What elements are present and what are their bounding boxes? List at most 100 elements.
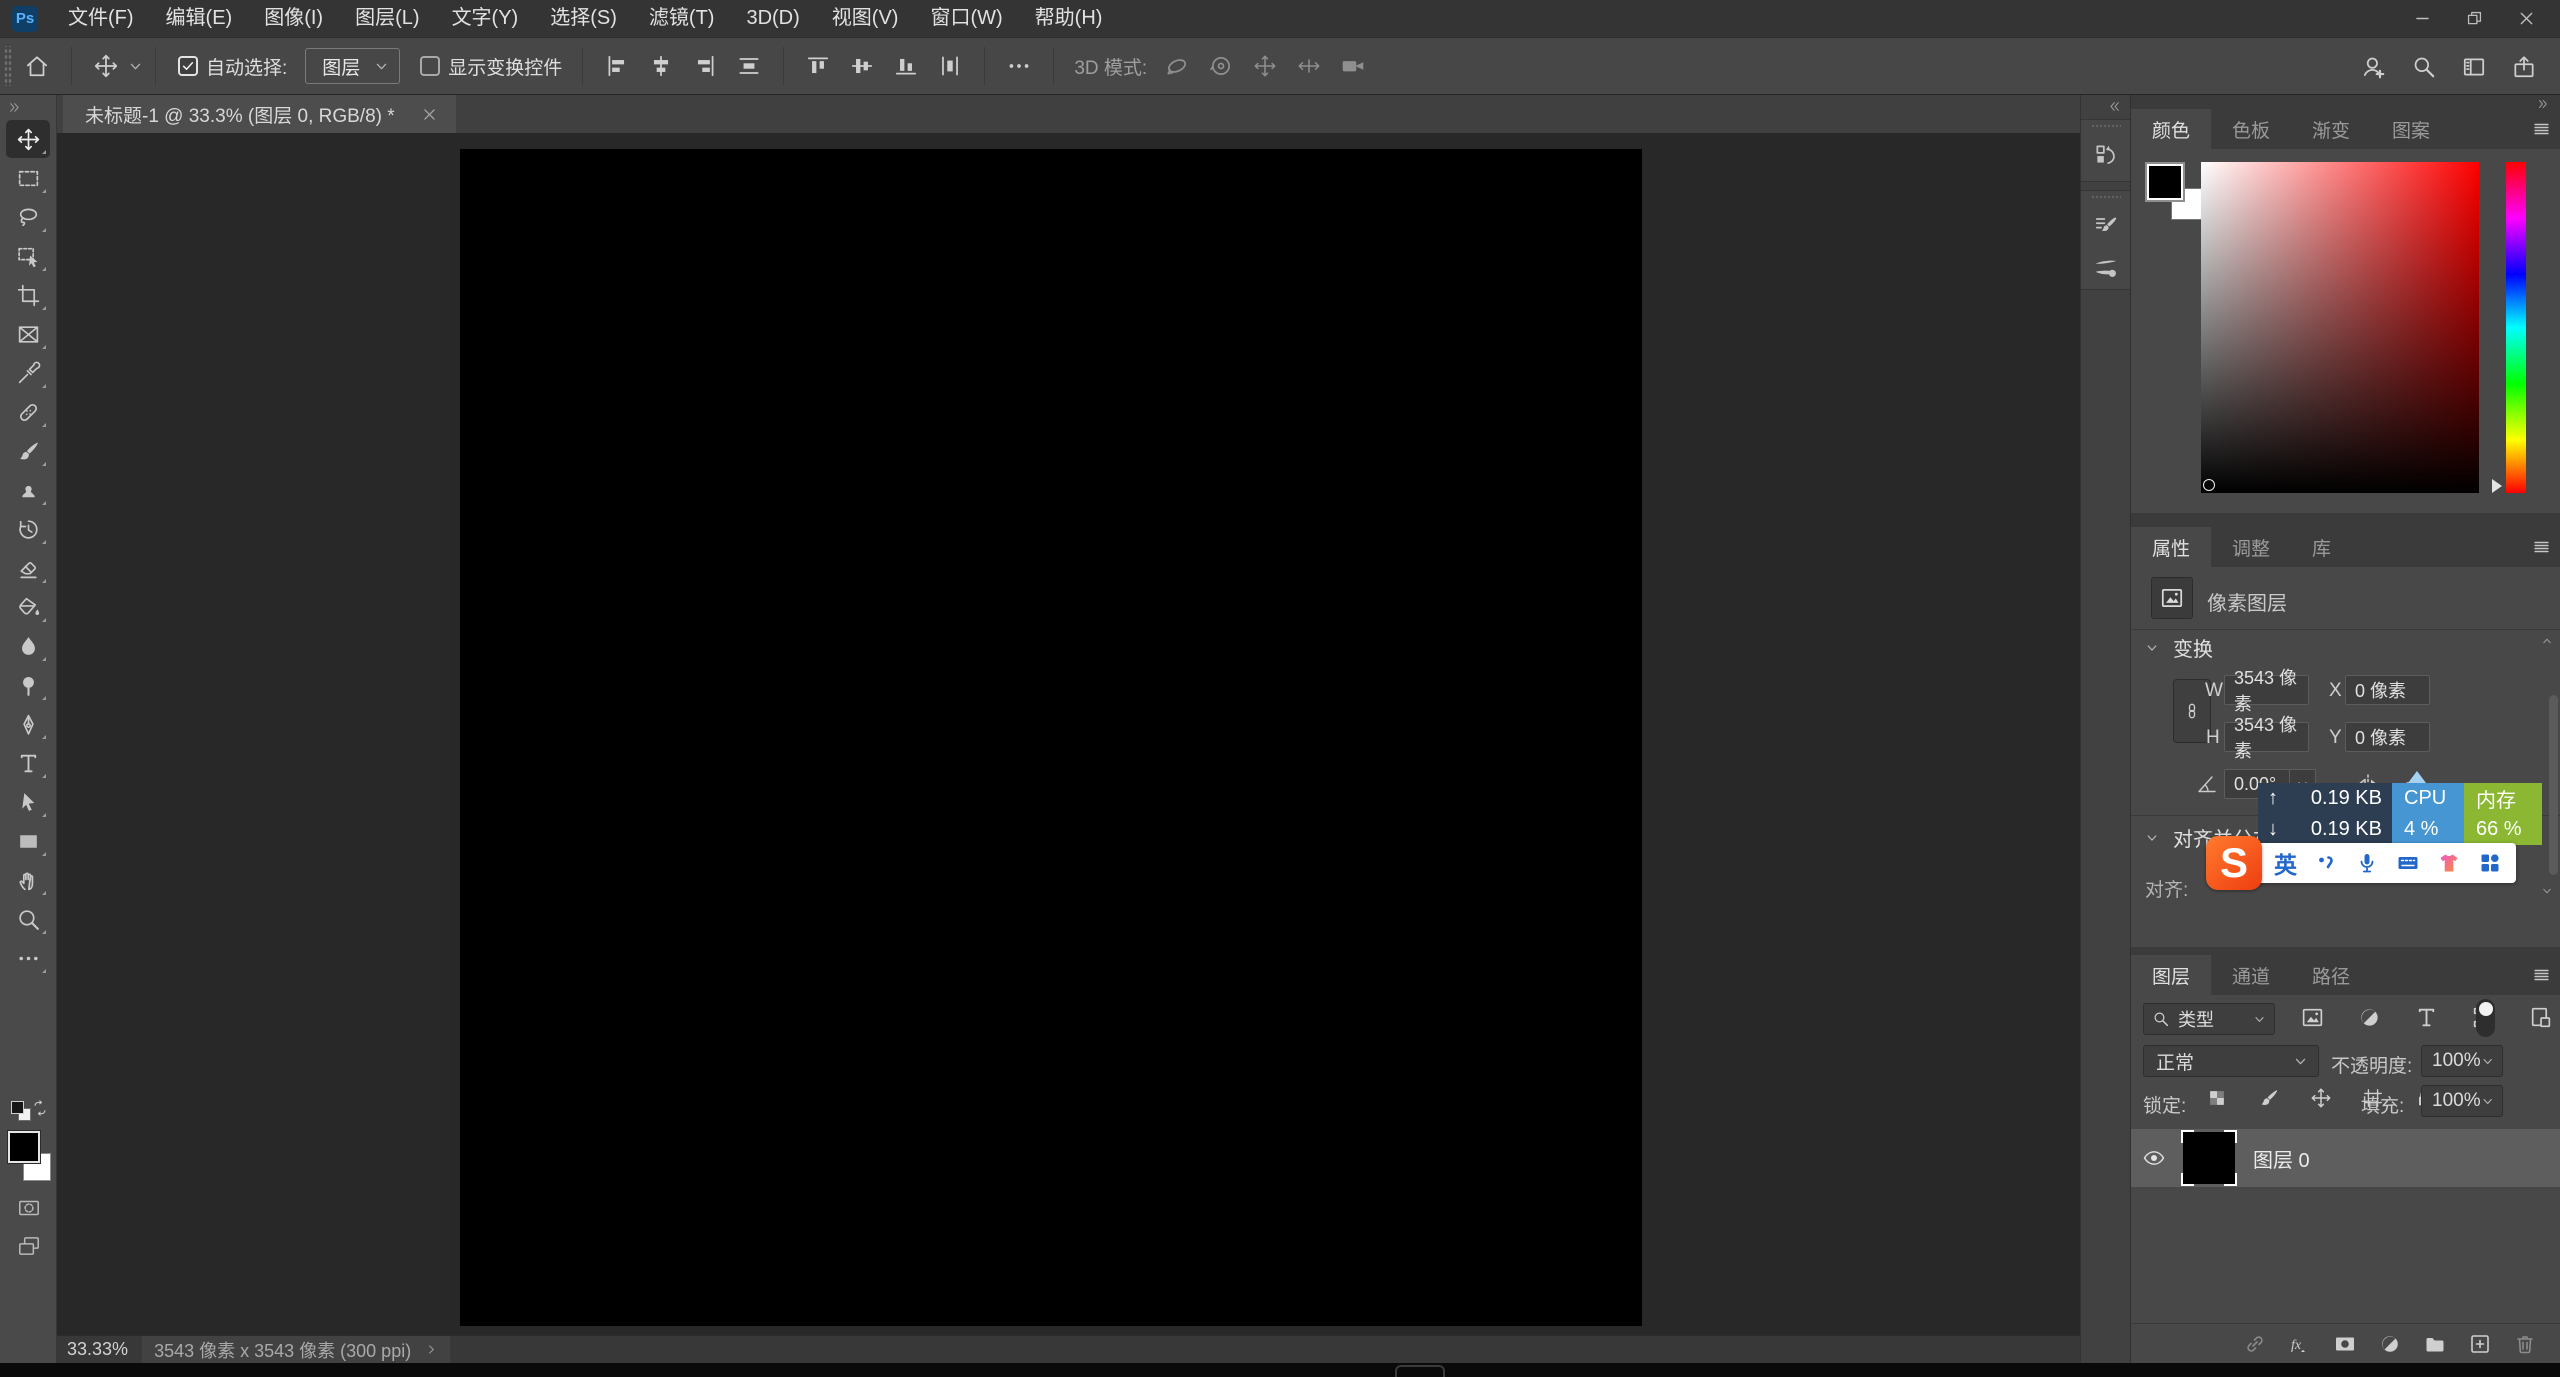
panel-menu-icon[interactable] — [2532, 966, 2551, 984]
zoom-level-field[interactable]: 33.33% — [67, 1339, 128, 1360]
panel-tab-色板[interactable]: 色板 — [2211, 109, 2291, 149]
menu-item[interactable]: 帮助(H) — [1019, 0, 1119, 37]
toolbox-icon[interactable] — [2478, 851, 2502, 875]
new-layer-icon[interactable] — [2468, 1332, 2492, 1356]
align-left-edges-icon[interactable] — [604, 53, 630, 79]
account-icon[interactable] — [2361, 54, 2387, 80]
search-icon[interactable] — [2411, 54, 2437, 80]
color-selector-ring[interactable] — [2203, 479, 2215, 491]
type-tool[interactable] — [6, 744, 50, 782]
x-field[interactable]: 0 像素 — [2345, 675, 2430, 705]
y-field[interactable]: 0 像素 — [2345, 722, 2430, 752]
object-selection-tool[interactable] — [6, 237, 50, 275]
panel-tab-调整[interactable]: 调整 — [2211, 527, 2291, 567]
align-horizontal-centers-icon[interactable] — [648, 53, 674, 79]
status-chevron-icon[interactable] — [425, 1343, 438, 1356]
opacity-dropdown[interactable]: 100% — [2421, 1045, 2503, 1077]
document-tab[interactable]: 未标题-1 @ 33.3% (图层 0, RGB/8) * — [63, 95, 456, 133]
3d-drag-icon[interactable] — [1252, 53, 1278, 79]
layer-effects-icon[interactable]: fx — [2288, 1332, 2312, 1356]
canvas[interactable] — [460, 149, 1642, 1326]
height-field[interactable]: 3543 像素 — [2224, 722, 2309, 752]
3d-roll-icon[interactable] — [1208, 53, 1234, 79]
hue-slider-pointer[interactable] — [2492, 479, 2502, 493]
scroll-down-icon[interactable] — [2540, 885, 2554, 897]
paint-bucket-tool[interactable] — [6, 588, 50, 626]
brush-settings-panel-icon[interactable] — [2093, 213, 2119, 239]
spot-healing-tool[interactable] — [6, 393, 50, 431]
link-layers-icon[interactable] — [2243, 1332, 2267, 1356]
pixel-layer-filter-icon[interactable] — [2300, 1005, 2325, 1030]
layer-mask-icon[interactable] — [2333, 1332, 2357, 1356]
frame-tool[interactable] — [6, 315, 50, 353]
tab-close-icon[interactable] — [421, 106, 438, 123]
3d-slide-icon[interactable] — [1296, 53, 1322, 79]
panel-menu-icon[interactable] — [2532, 538, 2551, 556]
panel-tab-属性[interactable]: 属性 — [2131, 527, 2211, 567]
new-group-icon[interactable] — [2423, 1332, 2447, 1356]
type-layer-filter-icon[interactable] — [2414, 1005, 2439, 1030]
adjustment-layer-filter-icon[interactable] — [2357, 1005, 2382, 1030]
tool-preset-chevron-icon[interactable] — [128, 59, 143, 74]
scroll-up-icon[interactable] — [2540, 635, 2554, 647]
move-tool-preset-icon[interactable] — [93, 53, 119, 79]
delete-layer-icon[interactable] — [2513, 1332, 2537, 1356]
width-field[interactable]: 3543 像素 — [2224, 675, 2309, 705]
layer-visibility-eye-icon[interactable] — [2142, 1146, 2166, 1170]
scrollbar-thumb[interactable] — [2549, 695, 2558, 875]
minimize-button[interactable] — [2396, 0, 2448, 37]
brushes-panel-icon[interactable] — [2093, 255, 2119, 281]
menu-item[interactable]: 文字(Y) — [436, 0, 535, 37]
adjustment-layer-icon[interactable] — [2378, 1332, 2402, 1356]
expand-dock-icon[interactable] — [2107, 100, 2122, 113]
menu-item[interactable]: 窗口(W) — [914, 0, 1018, 37]
menu-item[interactable]: 视图(V) — [816, 0, 915, 37]
blur-tool[interactable] — [6, 627, 50, 665]
saturation-brightness-field[interactable] — [2201, 162, 2479, 493]
layer-thumbnail[interactable] — [2183, 1132, 2235, 1184]
swap-colors-icon[interactable] — [31, 1099, 49, 1117]
more-options-icon[interactable] — [1006, 53, 1032, 79]
panel-tab-渐变[interactable]: 渐变 — [2291, 109, 2371, 149]
smart-object-filter-icon[interactable] — [2528, 1005, 2553, 1030]
brush-tool[interactable] — [6, 432, 50, 470]
layer-filter-toggle[interactable] — [2476, 999, 2495, 1037]
hand-tool[interactable] — [6, 861, 50, 899]
layer-filter-type-dropdown[interactable]: 类型 — [2143, 1003, 2275, 1035]
share-icon[interactable] — [2511, 54, 2537, 80]
close-button[interactable] — [2500, 0, 2552, 37]
expand-toolbar-icon[interactable] — [7, 101, 22, 114]
lock-pixels-icon[interactable] — [2258, 1087, 2280, 1109]
menu-item[interactable]: 文件(F) — [52, 0, 150, 37]
history-brush-tool[interactable] — [6, 510, 50, 548]
rectangle-tool[interactable] — [6, 822, 50, 860]
path-selection-tool[interactable] — [6, 783, 50, 821]
dock-grip[interactable] — [2091, 124, 2121, 128]
auto-select-checkbox[interactable] — [178, 56, 198, 76]
home-icon[interactable] — [24, 53, 50, 79]
show-transform-checkbox[interactable] — [420, 56, 440, 76]
align-bottom-edges-icon[interactable] — [893, 53, 919, 79]
punctuation-icon[interactable] — [2314, 851, 2338, 875]
eyedropper-tool[interactable] — [6, 354, 50, 392]
hue-slider[interactable] — [2506, 162, 2526, 493]
default-colors-icon[interactable] — [11, 1101, 24, 1114]
options-bar-grip[interactable] — [4, 46, 12, 86]
3d-rotate-icon[interactable] — [1164, 53, 1190, 79]
auto-select-target-dropdown[interactable]: 图层 — [305, 48, 400, 84]
distribute-horizontal-icon[interactable] — [736, 53, 762, 79]
align-right-edges-icon[interactable] — [692, 53, 718, 79]
lock-transparent-icon[interactable] — [2206, 1087, 2228, 1109]
layer-row[interactable]: 图层 0 — [2131, 1129, 2560, 1187]
panel-tab-库[interactable]: 库 — [2291, 527, 2352, 567]
3d-camera-icon[interactable] — [1340, 53, 1366, 79]
panel-tab-图案[interactable]: 图案 — [2371, 109, 2451, 149]
menu-item[interactable]: 3D(D) — [730, 0, 815, 37]
move-tool[interactable] — [6, 120, 50, 158]
layer-name[interactable]: 图层 0 — [2253, 1144, 2310, 1173]
pasteboard[interactable] — [57, 133, 2080, 1335]
skin-icon[interactable] — [2437, 851, 2461, 875]
menu-item[interactable]: 图层(L) — [339, 0, 435, 37]
zoom-tool[interactable] — [6, 900, 50, 938]
fill-dropdown[interactable]: 100% — [2421, 1085, 2503, 1117]
